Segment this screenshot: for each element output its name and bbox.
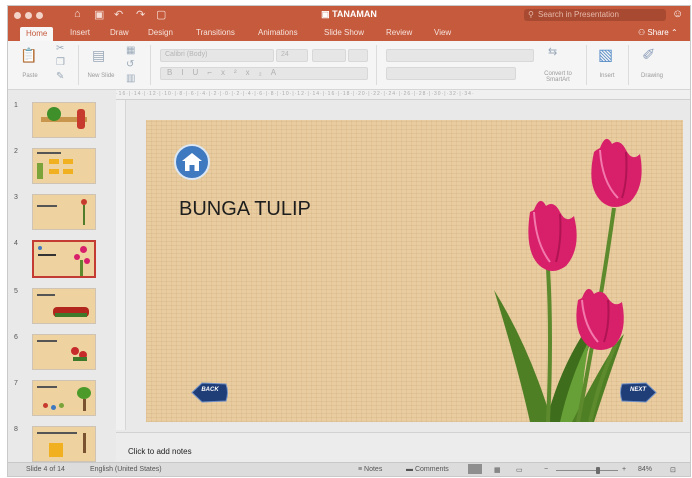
document-title-text: TANAMAN — [332, 9, 377, 19]
search-icon: ⚲ — [528, 10, 534, 19]
tab-slide-show[interactable]: Slide Show — [324, 28, 364, 37]
section-icon[interactable]: ▥ — [126, 73, 135, 84]
language-indicator[interactable]: English (United States) — [90, 466, 162, 473]
paste-label: Paste — [22, 73, 38, 79]
tab-design[interactable]: Design — [148, 28, 173, 37]
slide-title[interactable]: BUNGA TULIP — [179, 198, 311, 221]
horizontal-ruler[interactable]: ·16·|·14·|·12·|·10·|·8·|·6·|·4·|·2·|·0·|… — [116, 90, 690, 100]
tulip-illustration[interactable] — [490, 128, 680, 422]
reading-view-icon[interactable]: ▭ — [516, 466, 523, 474]
zoom-out-button[interactable]: − — [544, 466, 548, 473]
slide-thumbnail-6[interactable] — [32, 334, 96, 370]
thumb-number: 5 — [14, 288, 18, 295]
thumb-number: 3 — [14, 194, 18, 201]
copy-icon[interactable]: ❐ — [56, 57, 65, 68]
slide-thumbnail-2[interactable] — [32, 148, 96, 184]
thumb-number: 7 — [14, 380, 18, 387]
share-icon: ⚇ — [638, 28, 648, 37]
tab-insert[interactable]: Insert — [70, 28, 90, 37]
zoom-slider-thumb[interactable] — [596, 467, 600, 474]
slide-thumbnails-panel: 1 2 3 4 5 6 7 8 — [8, 90, 108, 462]
thumb-number: 4 — [14, 240, 18, 247]
powerpoint-window: ⌂ ▣ ↶ ↷ ▢ ▣ TANAMAN ⚲ Search in Presenta… — [7, 5, 691, 477]
notes-pane[interactable]: Click to add notes — [116, 432, 690, 463]
reset-icon[interactable]: ↺ — [126, 59, 134, 70]
cut-icon[interactable]: ✂ — [56, 43, 64, 54]
insert-label: Insert — [599, 73, 615, 79]
drawing-icon[interactable]: ✐ — [642, 45, 655, 65]
slide-thumbnail-3[interactable] — [32, 194, 96, 230]
text-direction-icon[interactable]: ⇆ — [548, 45, 557, 58]
format-painter-icon[interactable]: ✎ — [56, 71, 64, 82]
new-slide-label: New Slide — [87, 73, 115, 79]
tab-draw[interactable]: Draw — [110, 28, 129, 37]
clear-format-button[interactable] — [348, 49, 368, 62]
layout-icon[interactable]: ▦ — [126, 45, 135, 56]
tab-home[interactable]: Home — [20, 27, 54, 41]
font-format-buttons[interactable]: BIU⌐x²x₂A — [160, 67, 368, 80]
share-label: Share — [647, 28, 669, 37]
fit-slide-icon[interactable]: ⊡ — [670, 466, 676, 474]
tab-view[interactable]: View — [434, 28, 451, 37]
font-name-value: Calibri (Body) — [165, 51, 208, 58]
tab-animations[interactable]: Animations — [258, 28, 298, 37]
thumb-number: 6 — [14, 334, 18, 341]
zoom-slider[interactable] — [556, 470, 618, 471]
ribbon-tabs: Home Insert Draw Design Transitions Anim… — [8, 25, 690, 41]
slide-thumbnail-8[interactable] — [32, 426, 96, 462]
thumb-number: 1 — [14, 102, 18, 109]
grow-shrink-font-buttons[interactable] — [312, 49, 346, 62]
title-bar: ⌂ ▣ ↶ ↷ ▢ ▣ TANAMAN ⚲ Search in Presenta… — [8, 6, 690, 25]
font-size-select[interactable]: 24 — [276, 49, 308, 62]
font-size-value: 24 — [281, 51, 289, 58]
slide-thumbnail-4[interactable] — [32, 240, 96, 278]
normal-view-button[interactable] — [468, 464, 482, 474]
home-icon — [182, 153, 202, 171]
slide-canvas[interactable]: BUNGA TULIP BACK NEXT — [146, 120, 683, 422]
insert-icon[interactable]: ▧ — [598, 45, 613, 65]
tab-review[interactable]: Review — [386, 28, 412, 37]
list-buttons[interactable] — [386, 49, 534, 62]
notes-toggle-label: Notes — [364, 466, 383, 473]
comments-toggle[interactable]: ▬ Comments — [406, 466, 449, 473]
slide-thumbnail-7[interactable] — [32, 380, 96, 416]
vertical-ruler[interactable] — [116, 100, 126, 430]
notes-toggle[interactable]: ≡ Notes — [358, 466, 382, 473]
search-input[interactable]: ⚲ Search in Presentation — [524, 9, 666, 21]
convert-smartart-label: Convert to SmartArt — [544, 71, 572, 83]
back-label: BACK — [201, 387, 219, 393]
smiley-icon[interactable]: ☺ — [672, 8, 683, 20]
status-bar: Slide 4 of 14 English (United States) ≡ … — [8, 462, 690, 476]
ribbon-toolbar: 📋 Paste ✂ ❐ ✎ ▤ New Slide ▦ ↺ ▥ Calibri … — [8, 41, 690, 90]
back-button[interactable]: BACK — [190, 381, 230, 404]
new-slide-icon[interactable]: ▤ — [92, 47, 105, 64]
thumb-number: 8 — [14, 426, 18, 433]
slide-sorter-icon[interactable]: ▦ — [494, 466, 501, 474]
slide-thumbnail-5[interactable] — [32, 288, 96, 324]
tab-transitions[interactable]: Transitions — [196, 28, 235, 37]
alignment-buttons[interactable] — [386, 67, 516, 80]
comments-toggle-label: Comments — [414, 466, 449, 473]
slide-thumbnail-1[interactable] — [32, 102, 96, 138]
font-name-select[interactable]: Calibri (Body) — [160, 49, 274, 62]
notes-placeholder: Click to add notes — [128, 447, 192, 456]
search-placeholder: Search in Presentation — [538, 10, 619, 19]
home-button[interactable] — [174, 144, 210, 180]
paste-icon[interactable]: 📋 — [20, 47, 37, 64]
thumb-number: 2 — [14, 148, 18, 155]
drawing-label: Drawing — [640, 73, 663, 79]
zoom-in-button[interactable]: + — [622, 466, 626, 473]
zoom-level[interactable]: 84% — [638, 466, 652, 473]
share-button[interactable]: ⚇ Share ⌃ — [638, 28, 678, 37]
slide-counter: Slide 4 of 14 — [26, 466, 65, 473]
